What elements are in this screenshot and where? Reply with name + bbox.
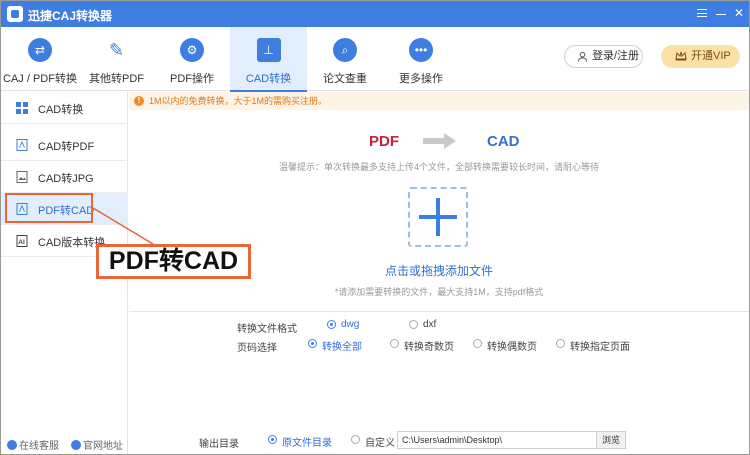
more-icon: ••• [409, 38, 433, 62]
radio-label: 转换全部 [322, 342, 362, 353]
app-title: 迅捷CAJ转换器 [28, 9, 113, 23]
tool-label: PDF操作 [170, 73, 214, 85]
tool-pdf-operations[interactable]: ⚙ PDF操作 [154, 27, 230, 91]
login-label: 登录/注册 [592, 50, 640, 62]
format-label: 转换文件格式 [237, 324, 297, 335]
sidebar-item-label: CAD转JPG [38, 173, 94, 185]
browser-icon [71, 440, 81, 450]
app-logo-icon [7, 6, 23, 22]
radio-label: 自定义 [365, 438, 395, 449]
tool-cad-convert[interactable]: ⊥ CAD转换 [230, 27, 307, 92]
radio-dot [268, 435, 277, 444]
close-icon: ✕ [733, 6, 745, 20]
radio-label: 转换奇数页 [404, 342, 454, 353]
radio-dot [351, 435, 360, 444]
warning-icon: ! [134, 96, 144, 106]
minimize-icon [716, 14, 726, 15]
user-icon [577, 51, 588, 62]
login-register-button[interactable]: 登录/注册 [564, 45, 643, 68]
tool-more[interactable]: ••• 更多操作 [383, 27, 459, 91]
tool-label: CAJ / PDF转换 [3, 73, 77, 85]
window-menu-button[interactable] [694, 5, 710, 21]
divider [129, 311, 749, 312]
radio-label: dwg [341, 319, 360, 330]
sidebar-item-label: CAD转PDF [38, 141, 95, 153]
sidebar-item-cad-convert[interactable]: CAD转换 [1, 92, 128, 124]
notice-text: 1M以内的免费转换，大于1M的需购买注册。 [149, 96, 328, 106]
tool-label: 其他转PDF [89, 73, 144, 85]
browse-button[interactable]: 浏览 [597, 431, 626, 449]
pdf-file-icon [16, 139, 28, 151]
online-service-label: 在线客服 [19, 441, 59, 452]
notice-banner: ! 1M以内的免费转换，大于1M的需购买注册。 [129, 92, 749, 110]
tool-label: CAD转换 [245, 73, 292, 85]
svg-text:AI: AI [18, 239, 25, 246]
radio-dot [409, 320, 418, 329]
image-file-icon [16, 171, 28, 183]
output-path-input[interactable] [397, 431, 597, 449]
online-service-link[interactable]: 在线客服 [7, 437, 59, 452]
radio-label: 原文件目录 [282, 438, 332, 449]
tool-caj-pdf[interactable]: ⇄ CAJ / PDF转换 [1, 27, 79, 91]
tool-other-to-pdf[interactable]: ✎ 其他转PDF [79, 27, 154, 91]
cad-file-icon: AI [16, 235, 28, 247]
window-minimize-button[interactable] [713, 5, 729, 21]
tip-text: 温馨提示：单次转换最多支持上传4个文件，全部转换需要较长时间，请耐心等待 [278, 162, 599, 172]
target-format: CAD [487, 133, 520, 150]
callout-label: PDF转CAD [96, 244, 251, 279]
tool-paper-check[interactable]: ⌕ 论文查重 [307, 27, 383, 91]
website-label: 官网地址 [83, 441, 123, 452]
radio-dot [390, 339, 399, 348]
output-label: 输出目录 [199, 439, 239, 450]
search-doc-icon: ⌕ [333, 38, 357, 62]
hamburger-icon [697, 9, 707, 17]
pages-label: 页码选择 [237, 343, 277, 354]
radio-label: dxf [423, 319, 437, 330]
arrow-right-icon [423, 133, 456, 149]
radio-label: 转换偶数页 [487, 342, 537, 353]
source-format: PDF [369, 133, 399, 150]
headset-icon [7, 440, 17, 450]
crown-icon [675, 51, 687, 61]
app-window: 迅捷CAJ转换器 ✕ ⇄ CAJ / PDF转换 ✎ 其他转PDF ⚙ PDF操… [0, 0, 750, 455]
title-bar: 迅捷CAJ转换器 ✕ [1, 1, 749, 27]
cad-icon: ⊥ [256, 38, 281, 62]
file-drop-zone[interactable] [408, 187, 468, 247]
radio-dot [327, 320, 336, 329]
gear-icon: ⚙ [180, 38, 204, 62]
sidebar-item-cad-to-jpg[interactable]: CAD转JPG [1, 161, 128, 193]
radio-label: 转换指定页面 [570, 342, 630, 353]
pdf-icon: ✎ [108, 40, 125, 60]
sidebar-item-label: CAD转换 [38, 104, 84, 116]
open-vip-button[interactable]: 开通VIP [661, 45, 740, 68]
website-link[interactable]: 官网地址 [71, 437, 123, 452]
window-close-button[interactable]: ✕ [731, 5, 747, 21]
sidebar-item-cad-to-pdf[interactable]: CAD转PDF [1, 129, 128, 161]
radio-dot [308, 339, 317, 348]
tool-label: 更多操作 [399, 73, 443, 85]
plus-icon-vertical [436, 198, 440, 236]
add-file-hint: *请添加需要转换的文件，最大支持1M，支持pdf格式 [334, 287, 544, 297]
swap-arrows-icon: ⇄ [28, 38, 52, 62]
vip-label: 开通VIP [691, 50, 731, 62]
grid-icon [16, 102, 28, 114]
radio-dot [473, 339, 482, 348]
radio-dot [556, 339, 565, 348]
highlight-frame [5, 193, 93, 223]
tool-label: 论文查重 [323, 73, 367, 85]
